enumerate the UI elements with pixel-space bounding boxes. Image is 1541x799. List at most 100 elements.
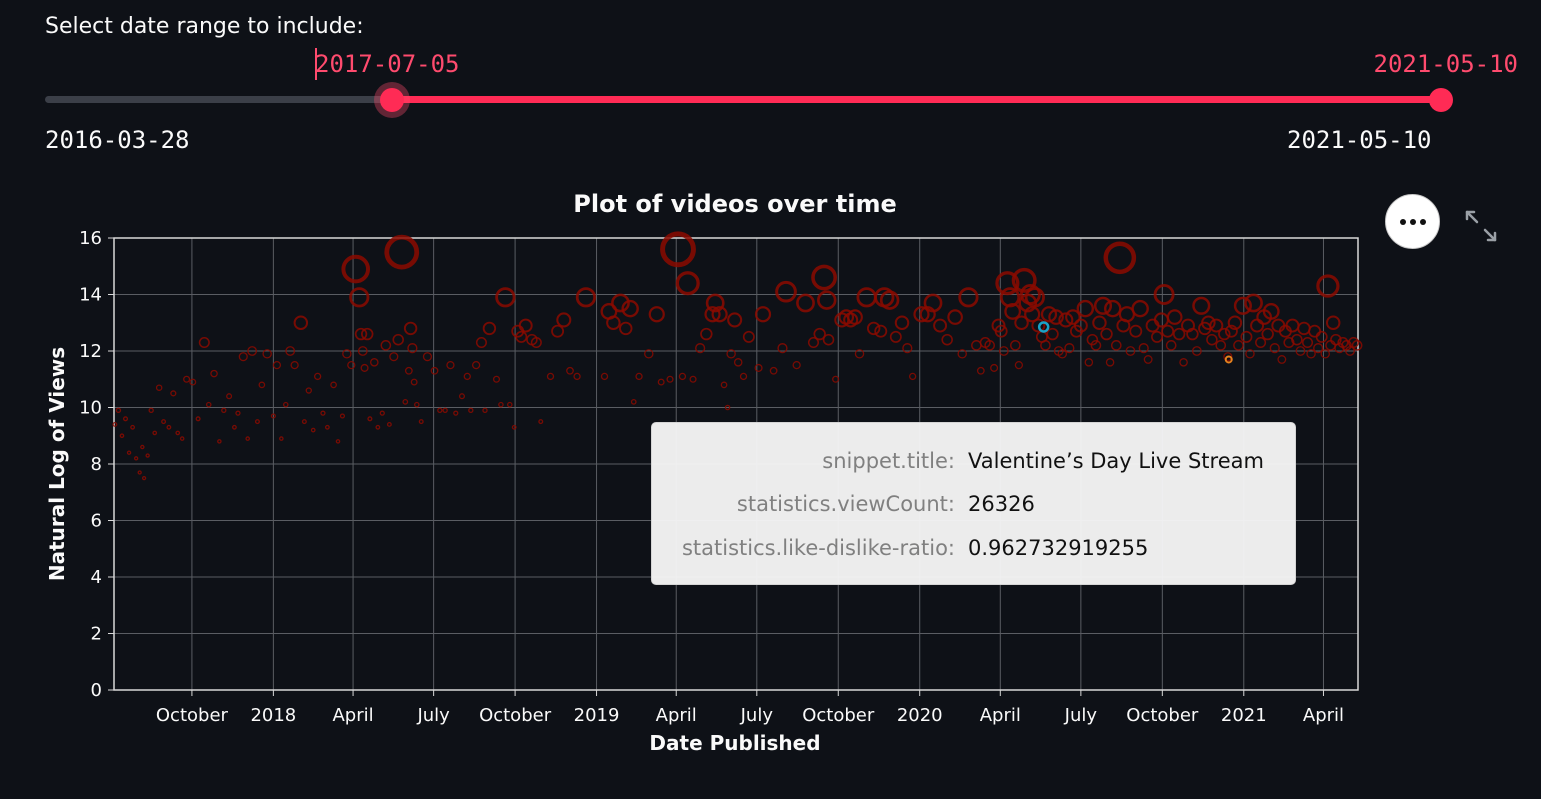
data-point [720,381,728,389]
data-point [1302,336,1314,349]
y-tick-label: 12 [79,341,102,362]
data-point [506,401,513,408]
x-tick-label: 2018 [250,705,296,726]
x-tick-label: 2021 [1221,705,1267,726]
data-point [1297,321,1311,336]
data-point [1255,336,1267,349]
data-point [495,287,516,308]
data-point [769,366,778,375]
x-tick-label: April [656,705,697,726]
data-point [811,264,838,291]
data-point [403,321,418,336]
data-point [141,475,147,481]
data-point [290,360,299,370]
data-point [115,407,122,414]
data-point [430,366,439,375]
data-point [468,407,474,414]
data-point [482,407,488,414]
data-point [999,287,1021,308]
data-point [330,381,337,389]
data-point [226,393,233,400]
data-point [254,419,260,425]
data-point [600,372,609,381]
data-point [380,340,392,351]
data-point [422,352,433,362]
data-point [293,315,309,330]
data-point [279,436,284,441]
tooltip-row: statistics.like-dislike-ratio: 0.9627329… [652,536,1295,566]
data-point [635,372,643,381]
data-point [733,358,743,367]
data-point [205,401,212,408]
data-point [498,401,504,408]
data-point [1233,340,1244,351]
data-point [235,410,241,416]
data-point [546,372,555,381]
more-horizontal-icon [1409,218,1416,225]
data-point [1179,358,1188,367]
tooltip-row: statistics.viewCount: 26326 [652,492,1295,522]
data-point [727,312,743,328]
data-point [1161,324,1175,338]
data-point [1103,241,1137,275]
data-point [551,324,565,338]
data-point [990,363,999,372]
x-axis-label: Date Published [649,731,820,755]
data-point [379,410,385,416]
data-point [666,375,674,383]
data-point [1277,355,1287,364]
more-options-button[interactable] [1385,194,1440,249]
x-tick-label: April [1303,705,1344,726]
data-point [1325,340,1336,351]
data-point [1165,340,1177,351]
data-point [404,366,413,375]
data-point [976,366,985,375]
x-tick-label: July [416,705,450,726]
data-point [1166,309,1183,325]
data-point [418,419,424,425]
expand-icon[interactable] [1463,208,1499,244]
data-point [739,372,748,381]
data-point [161,419,167,425]
data-point [1010,340,1021,351]
data-point [282,401,289,408]
data-point [402,398,409,405]
data-point [1325,315,1341,330]
y-tick-label: 2 [91,624,102,645]
data-point [573,372,581,381]
data-point [556,312,572,328]
data-point [446,360,455,370]
data-point [889,330,902,343]
data-point [392,333,404,346]
data-point [170,390,177,397]
tooltip-row: snippet.title: Valentine’s Day Live Stre… [652,449,1295,479]
data-point [941,333,953,346]
x-tick-label: April [980,705,1021,726]
data-point [414,401,420,408]
data-point [126,450,132,455]
data-point [1076,299,1095,318]
data-point [217,439,222,444]
y-tick-label: 10 [79,398,102,419]
scatter-chart[interactable]: 0 2 4 6 8 10 12 14 16 October 2018 April July October… [0,0,1541,799]
data-point [511,424,517,430]
data-point [221,407,227,414]
data-point [742,330,755,343]
y-tick-label: 4 [91,567,102,588]
data-point [1014,360,1024,370]
x-tick-label: 2020 [897,705,943,726]
data-point [305,387,312,394]
data-point [933,318,948,333]
data-point [1046,327,1059,341]
data-point [754,306,772,323]
data-point [148,407,154,414]
data-point [475,336,487,349]
data-point [152,430,158,436]
data-point [1131,299,1149,318]
tooltip-key: statistics.like-dislike-ratio: [681,536,955,560]
data-point [894,315,910,330]
data-point [575,287,597,308]
data-point [179,436,185,441]
data-point [832,375,840,383]
data-point [370,358,379,367]
